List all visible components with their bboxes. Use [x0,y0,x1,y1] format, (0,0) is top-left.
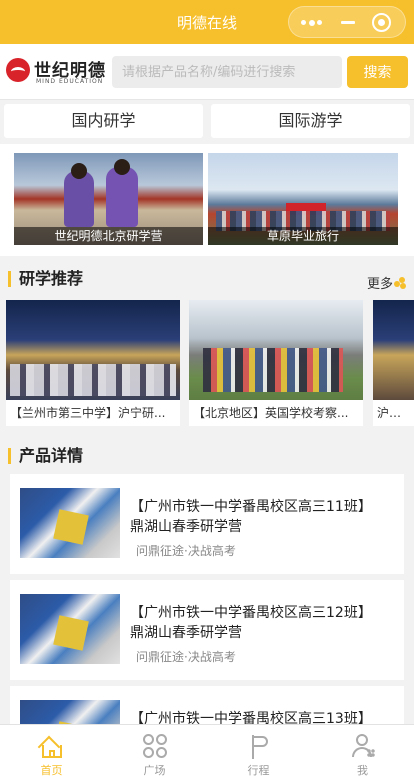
product-card[interactable]: 【广州市铁一中学番禺校区高三12班】 鼎湖山春季研学营 问鼎征途·决战高考 [10,580,404,680]
home-icon [37,733,66,759]
recommend-label: 【兰州市第三中学】沪宁研... [10,406,166,420]
product-title-line2: 鼎湖山春季研学营 [130,625,242,641]
close-circle-icon[interactable] [372,13,391,32]
minimize-icon[interactable] [341,21,355,24]
banner-caption: 草原毕业旅行 [208,227,398,245]
tab-trip[interactable]: 行程 [207,725,310,780]
plaza-icon [141,733,169,759]
brand-logo: 世纪明德 MIND EDUCATION [6,54,106,90]
recommend-label: 沪宁研... [377,406,410,420]
recommend-image [189,300,363,400]
product-title-line1: 【广州市铁一中学番禺校区高三12班】 [130,605,372,621]
tab-plaza[interactable]: 广场 [103,725,206,780]
flag-icon [245,733,273,759]
more-blob-icon [394,277,406,289]
product-title-line2: 鼎湖山春季研学营 [130,519,242,535]
recommend-image [6,300,180,400]
product-thumbnail [20,488,120,558]
bottom-tab-bar: 首页 广场 行程 我 [0,724,414,780]
tab-domestic-study[interactable]: 国内研学 [4,104,203,138]
recommend-image [373,300,414,400]
search-input[interactable] [112,56,342,88]
mini-program-capsule [288,6,406,38]
logo-mark-icon [6,58,30,82]
more-dots-icon[interactable] [301,19,323,26]
tab-home[interactable]: 首页 [0,725,103,780]
product-subtitle: 问鼎征途·决战高考 [136,544,236,558]
product-title-line1: 【广州市铁一中学番禺校区高三11班】 [130,499,372,515]
tab-label: 行程 [247,764,270,777]
product-subtitle: 问鼎征途·决战高考 [136,650,236,664]
tab-international-study[interactable]: 国际游学 [211,104,410,138]
banner-caption: 世纪明德北京研学营 [14,227,203,245]
brand-subtitle: MIND EDUCATION [36,78,104,85]
recommend-card[interactable]: 【兰州市第三中学】沪宁研... [6,300,180,426]
tab-label: 我 [357,764,368,777]
recommend-label: 【北京地区】英国学校考察... [193,406,349,420]
banner-grassland-trip[interactable]: 草原毕业旅行 [208,153,398,245]
search-bar: 世纪明德 MIND EDUCATION 搜索 [0,44,414,100]
banner-section: 世纪明德北京研学营 草原毕业旅行 [0,144,414,256]
tab-me[interactable]: 我 [311,725,414,780]
search-button[interactable]: 搜索 [347,56,408,88]
nav-bar: 明德在线 [0,0,414,44]
recommend-card[interactable]: 沪宁研... [373,300,414,426]
more-label: 更多 [366,277,393,292]
tab-label: 广场 [143,764,166,777]
recommend-section-title: 研学推荐 [8,271,83,287]
recommend-card[interactable]: 【北京地区】英国学校考察... [189,300,363,426]
banner-beijing-camp[interactable]: 世纪明德北京研学营 [14,153,203,245]
product-card[interactable]: 【广州市铁一中学番禺校区高三11班】 鼎湖山春季研学营 问鼎征途·决战高考 [10,474,404,574]
product-thumbnail [20,594,120,664]
tab-label: 首页 [40,764,63,777]
more-link[interactable]: 更多 [367,273,406,292]
user-icon [349,733,377,759]
product-section-title: 产品详情 [8,448,83,464]
